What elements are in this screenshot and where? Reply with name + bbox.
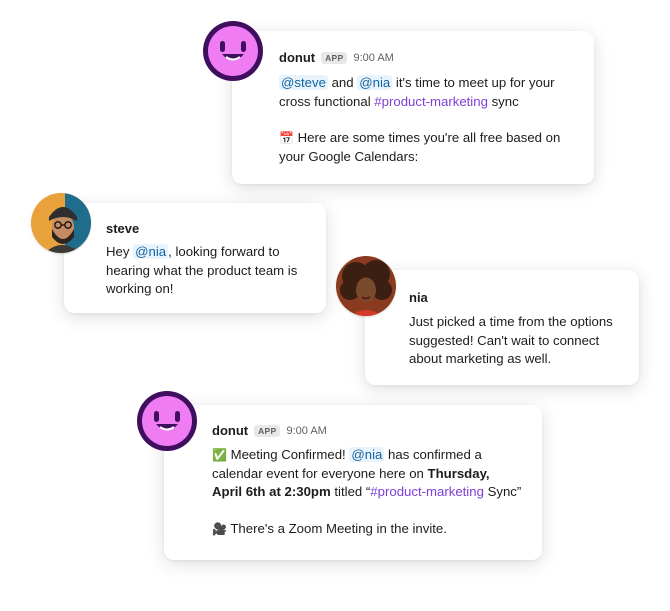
channel-link[interactable]: #product-marketing [374,94,488,109]
mention-nia[interactable]: @nia [349,447,385,462]
author-name[interactable]: donut [212,423,248,438]
message-card-nia: nia Just picked a time from the options … [365,270,639,385]
timestamp[interactable]: 9:00 AM [353,52,393,64]
author-name[interactable]: steve [106,221,139,236]
message-text: Just picked a time from the options sugg… [409,314,613,366]
message-text: titled “ [330,484,371,499]
calendar-icon: 📅 [279,131,294,145]
message-card-donut-1: donut APP 9:00 AM @steve and @nia it's t… [232,31,594,184]
message-body: Hey @nia, looking forward to hearing wha… [106,243,306,299]
timestamp[interactable]: 9:00 AM [286,425,326,437]
video-camera-icon: 🎥 [212,521,227,536]
message-header: donut APP 9:00 AM [212,423,522,438]
app-badge: APP [254,424,281,437]
message-card-donut-2: donut APP 9:00 AM ✅ Meeting Confirmed! @… [164,405,542,560]
message-text: and [327,75,358,90]
message-header: steve [106,221,306,236]
message-text: Hey [106,244,134,259]
app-badge: APP [321,51,348,64]
checkmark-icon: ✅ [212,448,227,462]
nia-avatar[interactable] [336,256,396,316]
message-text: There's a Zoom Meeting in the invite. [226,520,447,536]
message-text: Meeting Confirmed! [226,447,350,462]
donut-avatar-icon[interactable] [137,391,197,451]
message-body: @steve and @nia it's time to meet up for… [279,74,574,166]
mention-nia[interactable]: @nia [357,75,393,90]
message-header: nia [409,290,619,305]
message-header: donut APP 9:00 AM [279,50,574,65]
message-body: ✅ Meeting Confirmed! @nia has confirmed … [212,446,522,538]
message-text: Here are some times you're all free base… [279,130,561,164]
author-name[interactable]: nia [409,290,428,305]
message-text: Sync” [483,484,522,499]
mention-nia[interactable]: @nia [133,244,169,259]
channel-link[interactable]: #product-marketing [370,484,484,499]
message-body: Just picked a time from the options sugg… [409,313,619,369]
donut-avatar-icon[interactable] [203,21,263,81]
author-name[interactable]: donut [279,50,315,65]
message-text: sync [487,93,519,109]
message-card-steve: steve Hey @nia, looking forward to heari… [64,203,326,313]
mention-steve[interactable]: @steve [279,75,328,90]
steve-avatar[interactable] [31,193,91,253]
